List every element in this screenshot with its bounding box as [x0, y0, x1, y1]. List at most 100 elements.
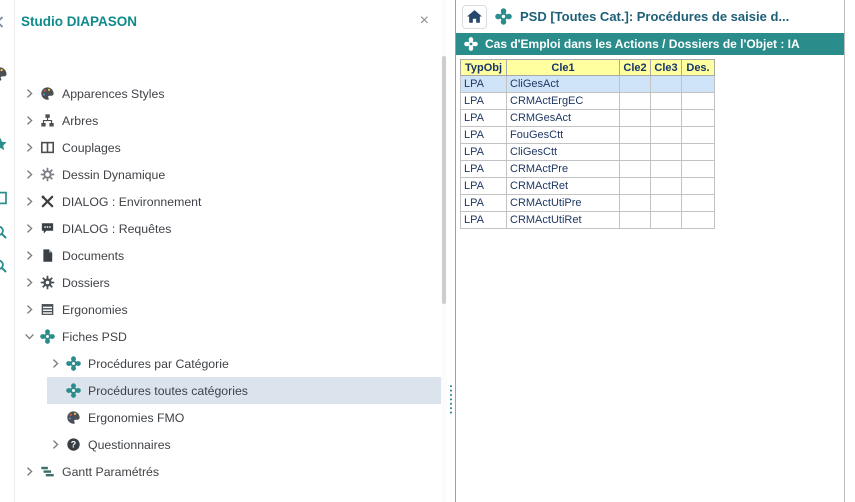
chevron-right-icon[interactable]: [21, 221, 38, 236]
table-row[interactable]: LPACliGesAct: [461, 76, 715, 93]
table-cell: [651, 127, 682, 144]
chevron-right-icon[interactable]: [21, 86, 38, 101]
table-cell: [682, 110, 715, 127]
table-cell: [651, 212, 682, 229]
sidebar-item-label: Dossiers: [62, 276, 110, 290]
chevron-right-icon[interactable]: [21, 464, 38, 479]
chevron-right-icon[interactable]: [21, 167, 38, 182]
chevron-right-icon[interactable]: [47, 437, 64, 452]
table-cell: [620, 76, 651, 93]
table-cell: LPA: [461, 127, 507, 144]
table-row[interactable]: LPAFouGesCtt: [461, 127, 715, 144]
sidebar-item[interactable]: Ergonomies FMO: [47, 404, 441, 431]
sidebar-item-label: Apparences Styles: [62, 87, 165, 101]
panel-icon[interactable]: [0, 190, 8, 206]
table-cell: [620, 110, 651, 127]
grid-area: TypObjCle1Cle2Cle3Des.LPACliGesActLPACRM…: [456, 55, 844, 502]
table-cell: [682, 178, 715, 195]
chevron-right-icon[interactable]: [47, 356, 64, 371]
chevron-right-icon[interactable]: [21, 113, 38, 128]
tree-icon: [40, 113, 56, 129]
table-row[interactable]: LPACRMActPre: [461, 161, 715, 178]
sidebar-item-label: DIALOG : Environnement: [62, 195, 201, 209]
table-row[interactable]: LPACliGesCtt: [461, 144, 715, 161]
chevron-right-icon[interactable]: [21, 302, 38, 317]
palette-icon: [66, 410, 82, 426]
psd-gear-icon: [464, 37, 478, 51]
sidebar-item[interactable]: DIALOG : Requêtes: [21, 215, 441, 242]
chevron-right-icon[interactable]: [21, 275, 38, 290]
table-cell: FouGesCtt: [507, 127, 620, 144]
tools-icon: [40, 194, 56, 210]
table-row[interactable]: LPACRMActRet: [461, 178, 715, 195]
close-icon[interactable]: ×: [420, 14, 429, 27]
table-cell: [620, 212, 651, 229]
sidebar-item[interactable]: DIALOG : Environnement: [21, 188, 441, 215]
table-cell: [682, 195, 715, 212]
collapse-chevron-icon[interactable]: [0, 14, 8, 30]
table-cell: CRMActRet: [507, 178, 620, 195]
table-cell: LPA: [461, 212, 507, 229]
sidebar-item[interactable]: Dossiers: [21, 269, 441, 296]
chevron-down-icon[interactable]: [21, 329, 38, 344]
gantt-icon: [40, 464, 56, 480]
table-cell: [682, 212, 715, 229]
table-cell: CliGesCtt: [507, 144, 620, 161]
table-cell: [620, 93, 651, 110]
chevron-spacer: [47, 383, 64, 398]
sidebar-item[interactable]: Ergonomies: [21, 296, 441, 323]
table-cell: [651, 178, 682, 195]
table-cell: [620, 178, 651, 195]
chevron-right-icon[interactable]: [21, 248, 38, 263]
table-cell: [682, 144, 715, 161]
table-cell: CRMGesAct: [507, 110, 620, 127]
chevron-right-icon[interactable]: [21, 140, 38, 155]
column-header[interactable]: Des.: [682, 60, 715, 76]
scrollbar-thumb[interactable]: [442, 56, 446, 304]
table-cell: CliGesAct: [507, 76, 620, 93]
sidebar-item[interactable]: Procédures toutes catégories: [47, 377, 441, 404]
table-row[interactable]: LPACRMGesAct: [461, 110, 715, 127]
panel-splitter[interactable]: [447, 0, 455, 502]
palette-icon[interactable]: [0, 66, 8, 82]
home-button[interactable]: [462, 5, 487, 29]
palette-icon: [40, 86, 56, 102]
sidebar-item[interactable]: Couplages: [21, 134, 441, 161]
chevron-right-icon[interactable]: [21, 194, 38, 209]
table-cell: [620, 144, 651, 161]
table-row[interactable]: LPACRMActUtiRet: [461, 212, 715, 229]
sidebar-item-label: Questionnaires: [88, 438, 171, 452]
sidebar-item[interactable]: Dessin Dynamique: [21, 161, 441, 188]
column-header[interactable]: Cle2: [620, 60, 651, 76]
sidebar-item[interactable]: Fiches PSD: [21, 323, 441, 350]
grid-icon: [40, 302, 56, 318]
column-header[interactable]: Cle1: [507, 60, 620, 76]
column-header[interactable]: TypObj: [461, 60, 507, 76]
column-header[interactable]: Cle3: [651, 60, 682, 76]
sidebar-header: Studio DIAPASON ×: [15, 0, 441, 80]
psd-gear-icon: [495, 8, 512, 25]
sidebar-item[interactable]: Gantt Paramétrés: [21, 458, 441, 485]
psd-gear-icon: [66, 383, 82, 399]
psd-gear-icon: [40, 329, 56, 345]
sidebar-item[interactable]: Arbres: [21, 107, 441, 134]
table-cell: CRMActUtiRet: [507, 212, 620, 229]
sidebar-item[interactable]: ? Questionnaires: [47, 431, 441, 458]
sidebar-item[interactable]: Documents: [21, 242, 441, 269]
gear-outline-icon: [40, 167, 56, 183]
sidebar-item-label: Arbres: [62, 114, 98, 128]
table-row[interactable]: LPACRMActUtiPre: [461, 195, 715, 212]
right-gutter: [844, 0, 855, 502]
sidebar-item[interactable]: Procédures par Catégorie: [47, 350, 441, 377]
table-row[interactable]: LPACRMActErgEC: [461, 93, 715, 110]
sidebar-item[interactable]: Apparences Styles: [21, 80, 441, 107]
question-icon: ?: [66, 437, 82, 453]
star-icon[interactable]: [0, 136, 8, 152]
search-icon[interactable]: [0, 258, 8, 274]
sidebar-item-label: Dessin Dynamique: [62, 168, 165, 182]
table-cell: LPA: [461, 93, 507, 110]
splitter-grip-icon[interactable]: [449, 384, 454, 416]
search-icon[interactable]: [0, 224, 8, 240]
table-cell: [682, 127, 715, 144]
left-icon-rail: [0, 0, 15, 502]
